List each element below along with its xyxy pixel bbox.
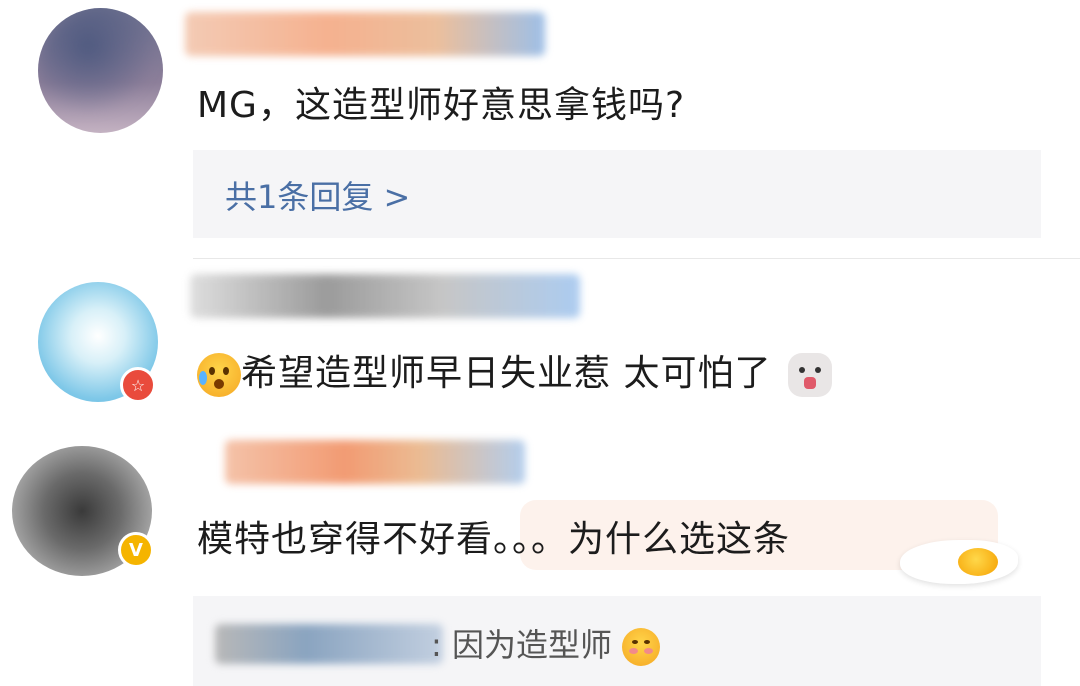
reply-box[interactable]: 共1条回复 > [193, 150, 1041, 238]
star-badge-icon: ☆ [120, 367, 156, 403]
username-redacted[interactable] [190, 274, 580, 318]
egg-sticker [900, 540, 1018, 584]
view-replies-link[interactable]: 共1条回复 > [225, 172, 410, 218]
username-redacted[interactable] [225, 440, 525, 484]
shy-emoji [622, 628, 661, 666]
comment-1: MG，这造型师好意思拿钱吗? 共1条回复 > [0, 0, 1080, 250]
avatar[interactable] [38, 8, 163, 133]
surprised-cry-emoji [197, 353, 241, 397]
reply-username-redacted[interactable] [215, 624, 443, 664]
divider [193, 258, 1080, 259]
reply-box[interactable]: : 因为造型师 [193, 596, 1041, 686]
alpaca-emoji [787, 353, 832, 397]
verified-v-icon: V [118, 532, 154, 568]
comment-text-row: 希望造型师早日失业惹 太可怕了 [197, 352, 832, 397]
reply-text: : 因为造型师 [431, 626, 612, 664]
comment-text: MG，这造型师好意思拿钱吗? [197, 85, 686, 126]
comment-text: 模特也穿得不好看。。。为什么选这条 [197, 519, 791, 560]
comment-3: V 模特也穿得不好看。。。为什么选这条 : 因为造型师 [0, 432, 1080, 686]
reply-row: : 因为造型师 [431, 620, 661, 666]
username-redacted[interactable] [185, 12, 545, 56]
comment-text: 希望造型师早日失业惹 太可怕了 [241, 353, 772, 394]
comment-2: ☆ 希望造型师早日失业惹 太可怕了 [0, 262, 1080, 432]
